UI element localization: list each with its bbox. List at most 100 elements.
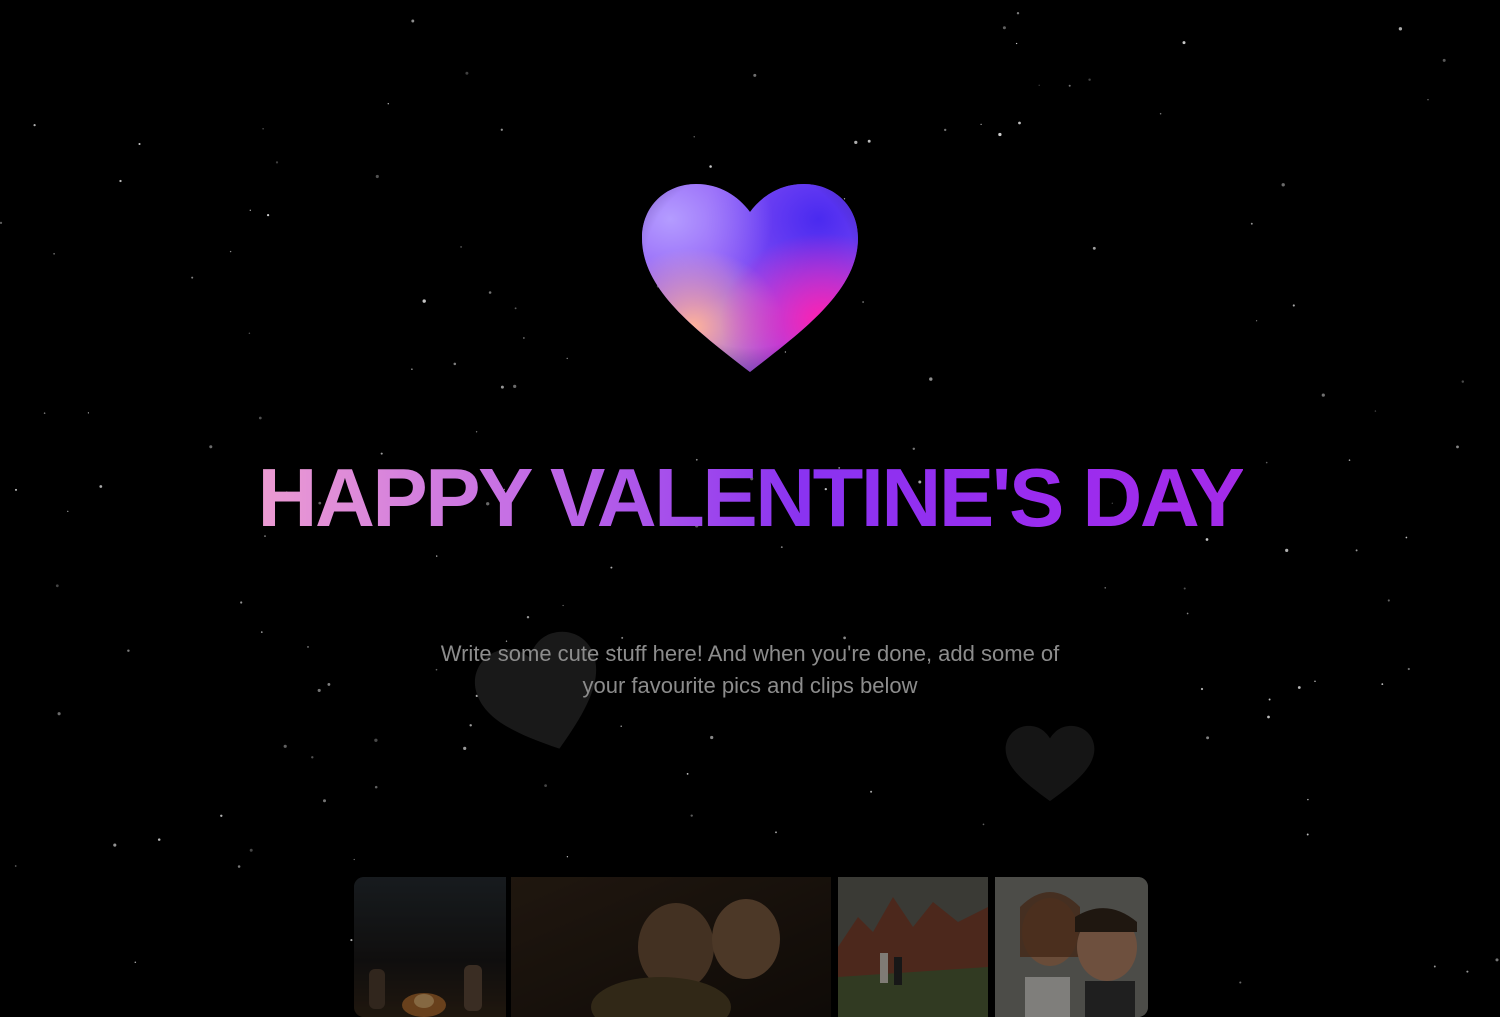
star-dot [1321,393,1325,397]
star-dot [870,790,873,793]
star-dot [323,799,326,803]
star-dot [453,362,457,366]
star-dot [1306,833,1309,836]
star-dot [237,865,241,868]
star-dot [526,615,530,619]
red-rocks-photo[interactable] [838,877,988,1017]
star-dot [191,276,194,279]
star-dot [266,213,270,217]
star-dot [1200,687,1204,691]
star-dot [488,291,492,294]
page-title-text: HAPPY VALENTINE'S DAY [257,451,1246,544]
star-dot [327,682,331,686]
star-dot [686,773,689,775]
star-dot [1183,587,1186,590]
star-dot [465,71,469,75]
star-dot [209,445,213,449]
star-dot [912,447,916,451]
star-dot [258,416,262,420]
star-dot [1292,304,1295,307]
star-dot [43,412,46,414]
star-dot [1433,965,1436,968]
star-dot [1374,410,1377,412]
star-dot [780,546,783,549]
star-dot [1186,612,1189,615]
star-dot [690,814,693,817]
star-dot [113,843,117,847]
star-dot [55,584,59,588]
star-dot [1104,587,1106,589]
star-dot [1285,548,1289,553]
star-dot [610,566,613,569]
star-dot [1355,549,1358,552]
star-dot [1239,981,1242,984]
couple-smiling-photo[interactable] [995,877,1148,1017]
star-dot [982,823,985,826]
star-dot [1088,78,1091,81]
star-dot [240,601,243,604]
star-dot [1038,84,1040,86]
star-dot [1092,246,1096,250]
star-dot [0,221,3,225]
star-dot [1281,183,1285,187]
star-dot [944,128,947,132]
page-title: HAPPY VALENTINE'S DAY [0,452,1500,544]
star-dot [1427,99,1429,101]
star-dot [693,136,695,138]
star-dot [1068,84,1071,87]
star-dot [317,688,321,692]
gradient-heart-icon [642,184,858,372]
star-dot [411,368,413,371]
star-dot [513,384,517,389]
star-dot [1018,121,1021,125]
star-dot [262,128,264,130]
star-dot [374,738,378,742]
star-dot [1297,686,1301,689]
star-dot [544,784,547,787]
star-dot [1255,320,1258,322]
star-dot [375,174,379,179]
star-dot [998,132,1002,137]
star-dot [14,865,17,867]
star-dot [1495,958,1499,962]
star-dot [1466,970,1469,973]
star-dot [275,161,279,164]
star-dot [1456,445,1459,449]
star-dot [710,735,714,740]
star-dot [1442,58,1446,62]
star-dot [566,357,568,360]
star-dot [475,431,478,433]
star-dot [1461,380,1465,383]
star-dot [350,939,353,942]
star-dot [119,179,122,183]
star-dot [1267,715,1270,719]
star-dot [138,142,141,146]
star-dot [562,604,564,607]
star-dot [229,250,232,253]
star-dot [283,744,287,748]
star-dot [307,645,309,648]
star-dot [57,712,61,716]
star-dot [374,785,378,789]
couple-closeup-photo[interactable] [511,877,831,1017]
star-dot [500,128,503,131]
star-dot [1250,222,1253,225]
star-dot [867,139,871,143]
star-dot [249,209,251,211]
star-dot [87,412,90,414]
star-dot [463,746,467,750]
star-dot [1182,41,1186,45]
intro-message: Write some cute stuff here! And when you… [440,641,1060,698]
photo-gallery [354,877,1148,1017]
star-dot [514,307,517,310]
beach-bonfire-photo[interactable] [354,877,506,1017]
star-dot [157,838,161,841]
star-dot [460,245,463,248]
star-dot [134,961,137,964]
star-dot [311,756,314,759]
star-dot [436,555,438,557]
star-dot [220,814,223,817]
star-dot [248,332,251,335]
star-dot [422,299,426,303]
star-dot [1381,683,1384,685]
